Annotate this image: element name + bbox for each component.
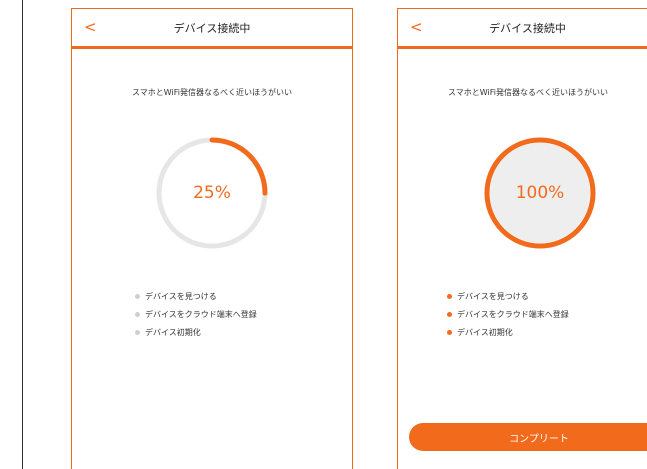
status-dot bbox=[135, 293, 140, 299]
page-title: デバイス接続中 bbox=[173, 21, 251, 35]
status-dot bbox=[447, 311, 452, 317]
list-item: デバイスを見つける bbox=[135, 287, 257, 305]
step-label: デバイス初期化 bbox=[145, 327, 201, 337]
proximity-hint: スマホとWiFi発信器なるべく近いほうがいい bbox=[448, 88, 608, 97]
complete-button[interactable]: コンプリート bbox=[409, 423, 647, 451]
page-title: デバイス接続中 bbox=[489, 21, 566, 35]
phone-screen-connecting: < デバイス接続中 スマホとWiFi発信器なるべく近いほうがいい 25% デバイ… bbox=[71, 8, 353, 469]
list-item: デバイス初期化 bbox=[447, 323, 569, 341]
status-dot bbox=[135, 329, 140, 335]
page: < デバイス接続中 スマホとWiFi発信器なるべく近いほうがいい 25% デバイ… bbox=[0, 0, 647, 469]
chevron-left-icon[interactable]: < bbox=[410, 18, 423, 36]
step-list: デバイスを見つける デバイスをクラウド端末へ登録 デバイス初期化 bbox=[447, 287, 569, 341]
step-label: デバイスをクラウド端末へ登録 bbox=[145, 309, 257, 319]
progress-percent: 100% bbox=[515, 183, 565, 203]
divider bbox=[22, 0, 23, 469]
progress-ring: 100% bbox=[484, 137, 596, 249]
phone-screen-complete: < デバイス接続中 スマホとWiFi発信器なるべく近いほうがいい 100% デバ… bbox=[397, 8, 647, 469]
nav-header: < デバイス接続中 bbox=[398, 9, 647, 49]
step-label: デバイスを見つける bbox=[457, 291, 529, 301]
step-label: デバイス初期化 bbox=[457, 327, 513, 337]
status-dot bbox=[135, 311, 140, 317]
step-list: デバイスを見つける デバイスをクラウド端末へ登録 デバイス初期化 bbox=[135, 287, 257, 341]
list-item: デバイスをクラウド端末へ登録 bbox=[447, 305, 569, 323]
proximity-hint: スマホとWiFi発信器なるべく近いほうがいい bbox=[132, 88, 292, 97]
nav-header: < デバイス接続中 bbox=[72, 9, 352, 49]
step-label: デバイスをクラウド端末へ登録 bbox=[457, 309, 569, 319]
list-item: デバイス初期化 bbox=[135, 323, 257, 341]
status-dot bbox=[447, 293, 452, 299]
progress-percent: 25% bbox=[193, 183, 231, 203]
chevron-left-icon[interactable]: < bbox=[84, 18, 97, 36]
progress-ring: 25% bbox=[156, 137, 268, 249]
list-item: デバイスを見つける bbox=[447, 287, 569, 305]
step-label: デバイスを見つける bbox=[145, 291, 217, 301]
status-dot bbox=[447, 329, 452, 335]
list-item: デバイスをクラウド端末へ登録 bbox=[135, 305, 257, 323]
